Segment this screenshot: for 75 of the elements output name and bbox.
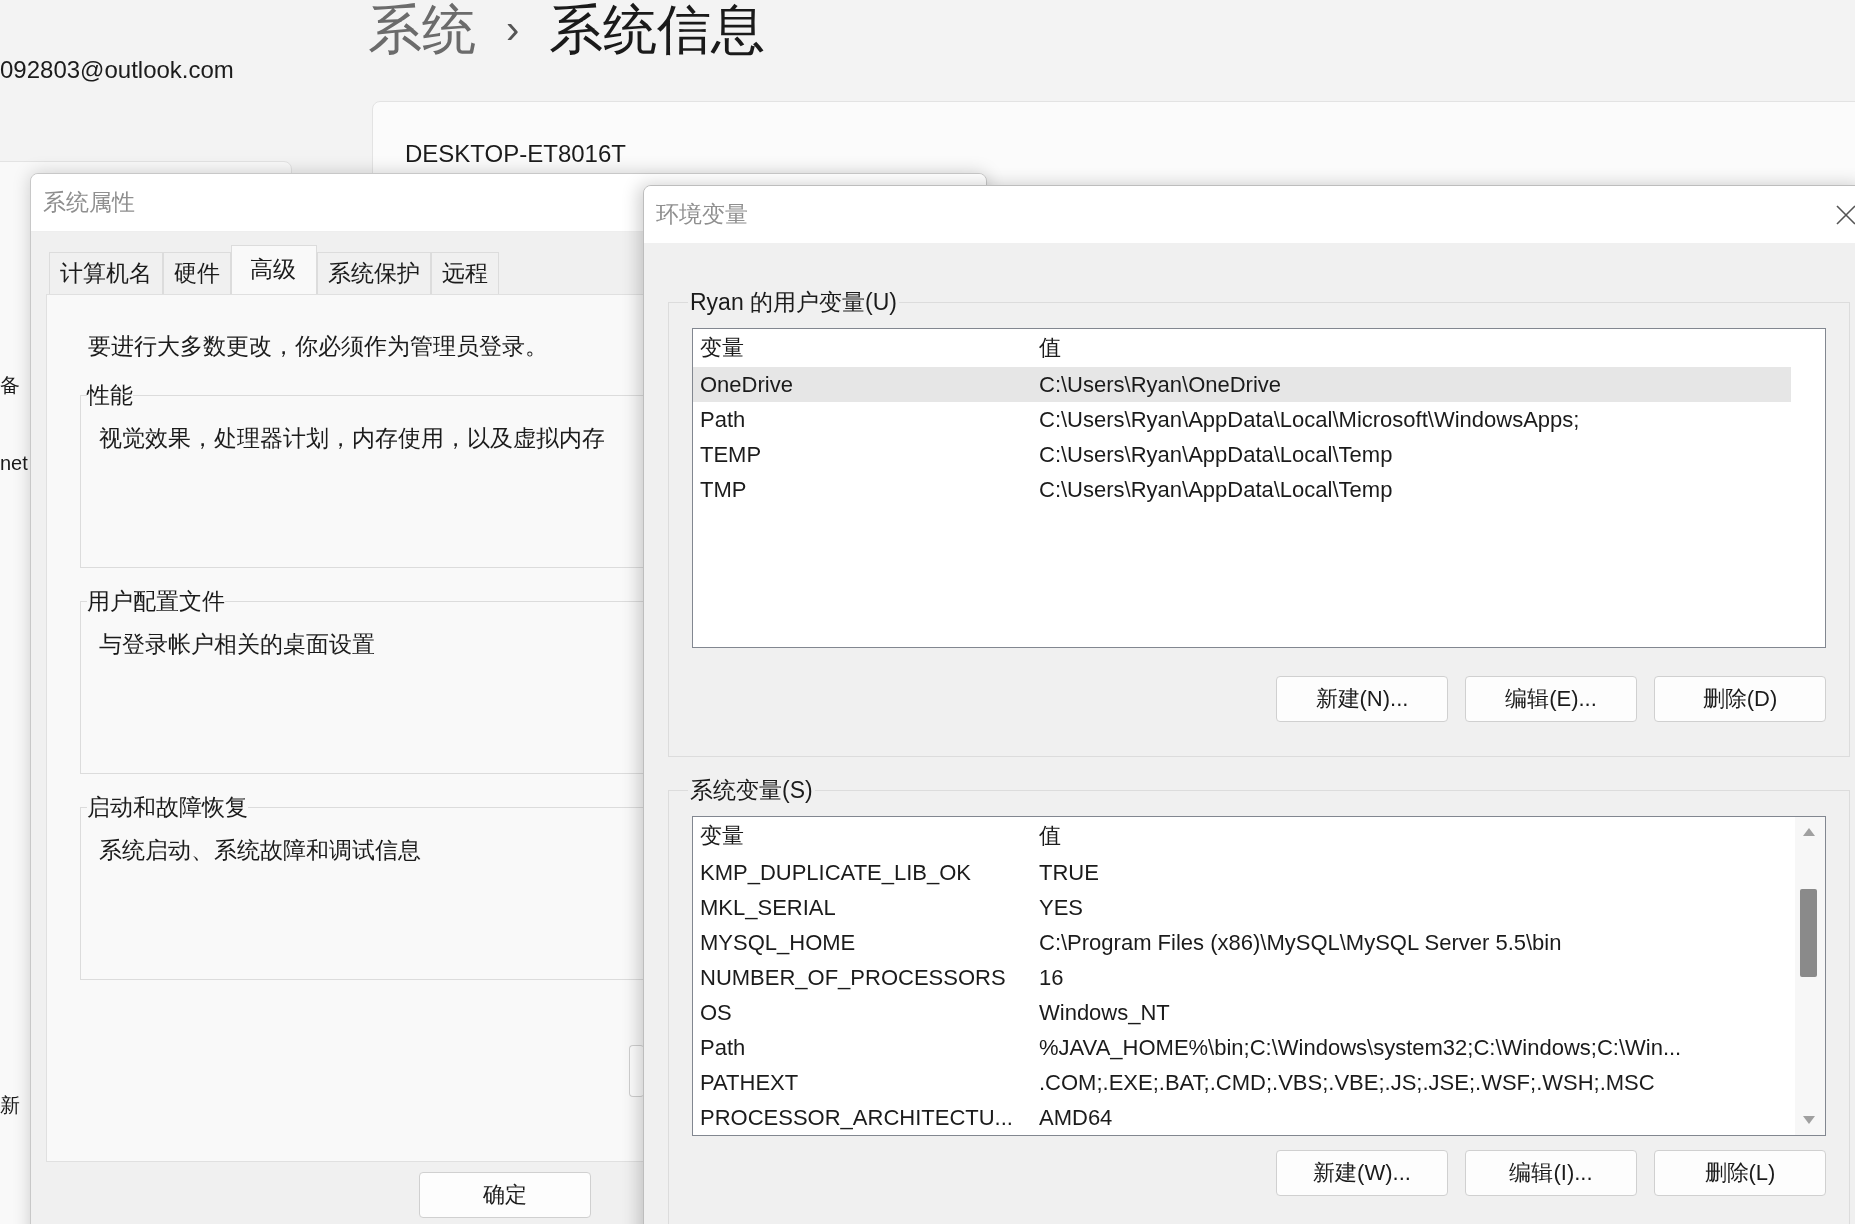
list-row[interactable]: PROCESSOR_ARCHITECTU... AMD64 xyxy=(693,1100,1791,1135)
group-title: 启动和故障恢复 xyxy=(87,793,248,822)
variable-value: AMD64 xyxy=(1039,1104,1113,1131)
edit-button[interactable]: 编辑(E)... xyxy=(1465,676,1637,722)
list-row[interactable]: NUMBER_OF_PROCESSORS 16 xyxy=(693,960,1791,995)
variable-value: C:\Users\Ryan\AppData\Local\Microsoft\WindowsApps; xyxy=(1039,406,1580,433)
close-icon[interactable] xyxy=(1836,205,1855,225)
variable-name: MYSQL_HOME xyxy=(699,929,857,956)
group-description: 系统启动、系统故障和调试信息 xyxy=(99,836,421,865)
sidebar-item[interactable]: net xyxy=(0,452,28,475)
list-row[interactable]: Path %JAVA_HOME%\bin;C:\Windows\system32;C:\Windows;C:\Win... xyxy=(693,1030,1791,1065)
tab[interactable]: 远程 xyxy=(431,252,499,294)
group-title: 系统变量(S) xyxy=(689,776,814,805)
variable-name: PATHEXT xyxy=(699,1069,800,1096)
group-description: 视觉效果，处理器计划，内存使用，以及虚拟内存 xyxy=(99,424,605,453)
variable-name: MKL_SERIAL xyxy=(699,894,837,921)
list-row[interactable]: TEMP C:\Users\Ryan\AppData\Local\Temp xyxy=(693,437,1791,472)
variable-value: C:\Users\Ryan\OneDrive xyxy=(1039,371,1282,398)
variable-name: NUMBER_OF_PROCESSORS xyxy=(699,964,1007,991)
tab[interactable]: 高级 xyxy=(231,245,317,295)
variable-value: Windows_NT xyxy=(1039,999,1170,1026)
tab[interactable]: 硬件 xyxy=(163,252,231,294)
variable-value: C:\Users\Ryan\AppData\Local\Temp xyxy=(1039,441,1393,468)
variable-value: 16 xyxy=(1039,964,1064,991)
variable-value: C:\Program Files (x86)\MySQL\MySQL Server 5.5\bin xyxy=(1039,929,1562,956)
admin-note: 要进行大多数更改，你必须作为管理员登录。 xyxy=(88,332,548,361)
variable-name: PROCESSOR_ARCHITECTU... xyxy=(699,1104,1014,1131)
new-button[interactable]: 新建(N)... xyxy=(1276,676,1448,722)
list-row[interactable]: KMP_DUPLICATE_LIB_OK TRUE xyxy=(693,855,1791,890)
group-title: Ryan 的用户变量(U) xyxy=(689,288,898,317)
variable-value: C:\Users\Ryan\AppData\Local\Temp xyxy=(1039,476,1393,503)
list-row[interactable]: MKL_SERIAL YES xyxy=(693,890,1791,925)
scroll-down-icon[interactable] xyxy=(1802,1115,1816,1125)
list-row[interactable]: TMP C:\Users\Ryan\AppData\Local\Temp xyxy=(693,472,1791,507)
column-header: 变量 xyxy=(699,334,745,362)
column-header: 变量 xyxy=(699,822,745,850)
variable-value: %JAVA_HOME%\bin;C:\Windows\system32;C:\Windows;C:\Win... xyxy=(1039,1034,1682,1061)
column-header: 值 xyxy=(1039,822,1061,850)
page-title: 系统信息 xyxy=(549,0,766,58)
column-header: 值 xyxy=(1039,334,1061,362)
variable-value: TRUE xyxy=(1039,859,1099,886)
account-email: 092803@outlook.com xyxy=(0,56,234,84)
group-title: 用户配置文件 xyxy=(87,587,225,616)
variable-name: TMP xyxy=(699,476,748,503)
list-row[interactable]: PATHEXT .COM;.EXE;.BAT;.CMD;.VBS;.VBE;.JS;.JSE;.WSF;.WSH;.MSC xyxy=(693,1065,1791,1100)
edit-button[interactable]: 编辑(I)... xyxy=(1465,1150,1637,1196)
list-row[interactable]: Path C:\Users\Ryan\AppData\Local\Microsoft\WindowsApps; xyxy=(693,402,1791,437)
window-title: 系统属性 xyxy=(43,188,135,217)
scroll-up-icon[interactable] xyxy=(1802,827,1816,837)
variable-name: OneDrive xyxy=(699,371,794,398)
breadcrumb-separator: › xyxy=(506,6,520,53)
list-row[interactable]: OneDrive C:\Users\Ryan\OneDrive xyxy=(693,367,1791,402)
variable-name: Path xyxy=(699,1034,747,1061)
group-description: 与登录帐户相关的桌面设置 xyxy=(99,630,375,659)
list-row[interactable]: OS Windows_NT xyxy=(693,995,1791,1030)
device-name: DESKTOP-ET8016T xyxy=(405,140,626,168)
delete-button[interactable]: 删除(L) xyxy=(1654,1150,1826,1196)
sidebar-item[interactable]: 备 xyxy=(0,372,20,399)
variable-name: TEMP xyxy=(699,441,763,468)
ok-button[interactable]: 确定 xyxy=(419,1172,591,1218)
variable-value: YES xyxy=(1039,894,1084,921)
list-row[interactable]: MYSQL_HOME C:\Program Files (x86)\MySQL\MySQL Server 5.5\bin xyxy=(693,925,1791,960)
group-title: 性能 xyxy=(87,381,133,410)
variable-name: OS xyxy=(699,999,733,1026)
tab[interactable]: 系统保护 xyxy=(317,252,431,294)
new-button[interactable]: 新建(W)... xyxy=(1276,1150,1448,1196)
variable-value: .COM;.EXE;.BAT;.CMD;.VBS;.VBE;.JS;.JSE;.WSF;.WSH;.MSC xyxy=(1039,1069,1655,1096)
delete-button[interactable]: 删除(D) xyxy=(1654,676,1826,722)
variable-name: Path xyxy=(699,406,747,433)
window-title: 环境变量 xyxy=(656,200,748,229)
sidebar-item[interactable]: 新 xyxy=(0,1092,20,1119)
breadcrumb-link[interactable]: 系统 xyxy=(368,0,476,58)
tab[interactable]: 计算机名 xyxy=(49,252,163,294)
scroll-thumb[interactable] xyxy=(1800,889,1817,977)
variable-name: KMP_DUPLICATE_LIB_OK xyxy=(699,859,973,886)
